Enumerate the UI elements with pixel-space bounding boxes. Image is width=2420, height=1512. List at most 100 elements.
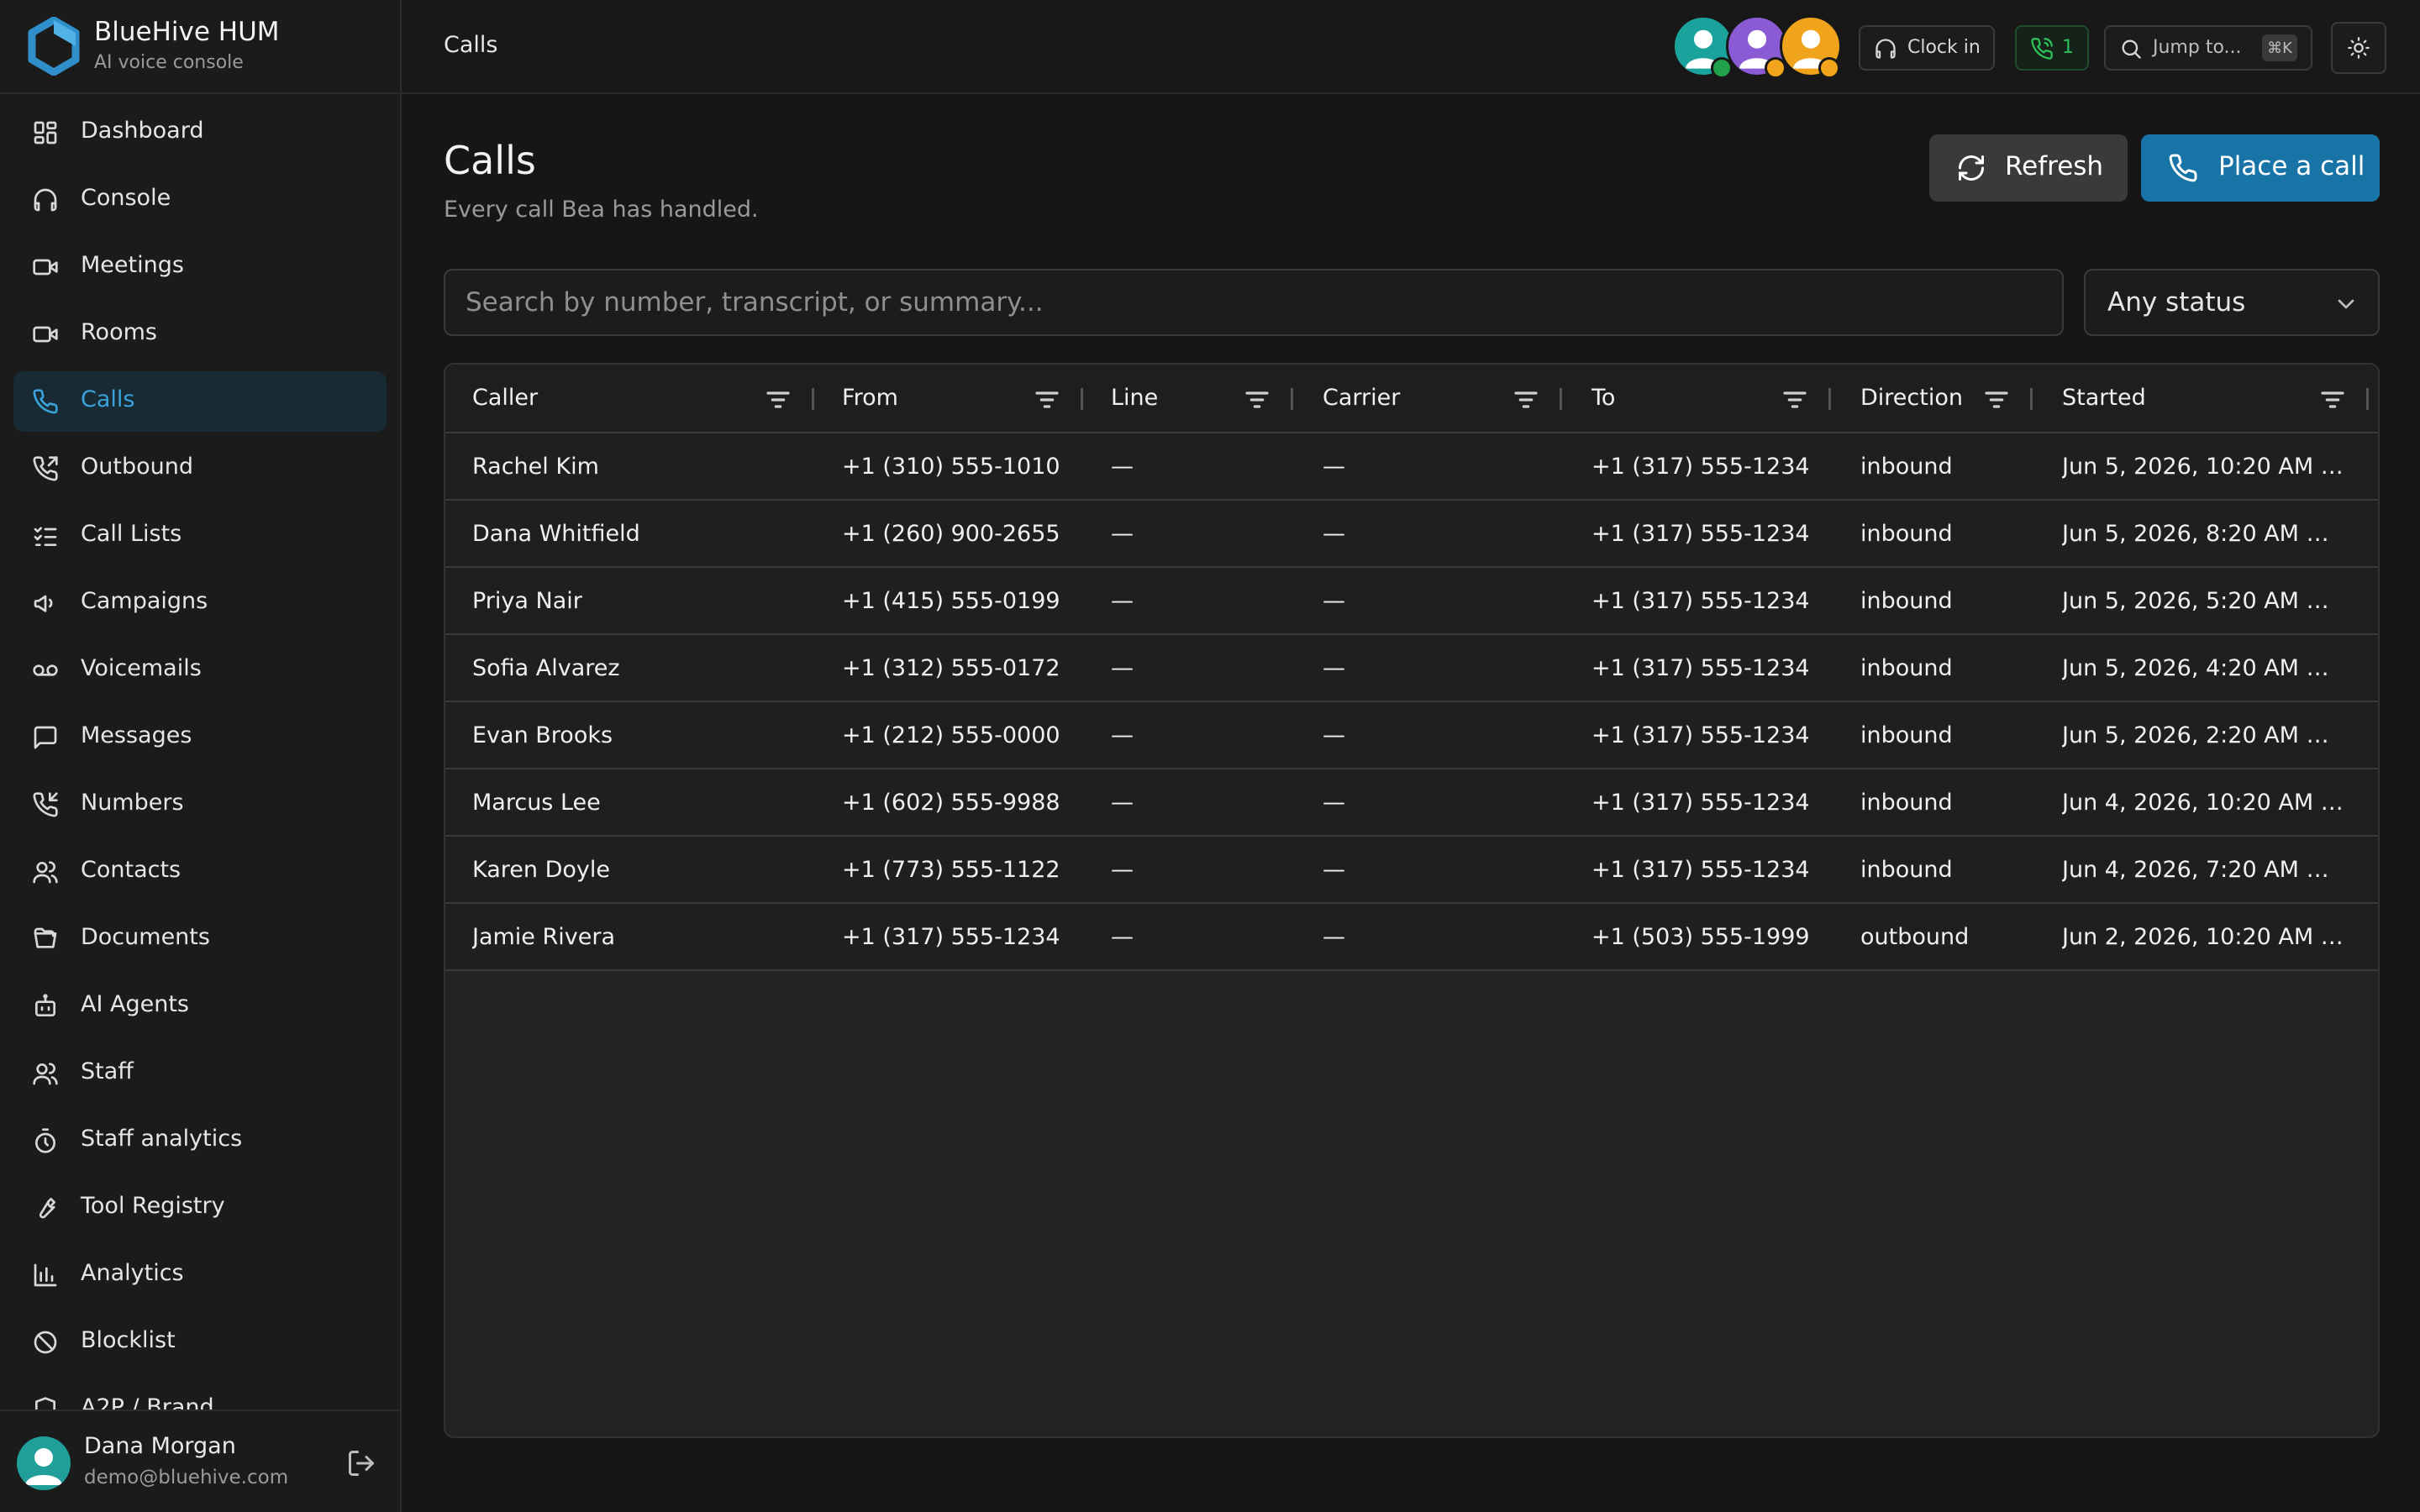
cell-caller: Marcus Lee — [472, 790, 601, 816]
filter-icon[interactable] — [765, 386, 792, 413]
sidebar-item-contacts[interactable]: Contacts — [13, 842, 387, 902]
list-checks-icon — [32, 522, 59, 549]
sidebar-item-label: AI Agents — [81, 991, 190, 1017]
column-resize-handle[interactable] — [2366, 388, 2369, 410]
sidebar-item-ai-agents[interactable]: AI Agents — [13, 976, 387, 1037]
column-header-from[interactable]: From — [842, 385, 898, 411]
column-header-to[interactable]: To — [1591, 385, 1615, 411]
column-resize-handle[interactable] — [1828, 388, 1831, 410]
sidebar-item-analytics[interactable]: Analytics — [13, 1245, 387, 1305]
table-row[interactable]: Priya Nair +1 (415) 555-0199 — — +1 (317) 55… — [445, 568, 2378, 635]
sidebar-item-a2p-brand[interactable]: A2P / Brand — [13, 1379, 387, 1410]
table-row[interactable]: Marcus Lee +1 (602) 555-9988 — — +1 (317) 55… — [445, 769, 2378, 837]
sidebar-item-call-lists[interactable]: Call Lists — [13, 506, 387, 566]
top-bar: Calls Clock in 1 Jump to... ⌘K — [402, 0, 2420, 94]
sidebar-item-label: Staff analytics — [81, 1126, 243, 1152]
cell-started: Jun 2, 2026, 10:20 AM MST — [2062, 924, 2348, 950]
sidebar-item-label: Meetings — [81, 252, 184, 278]
sidebar-item-calls[interactable]: Calls — [13, 371, 387, 432]
column-resize-handle[interactable] — [1560, 388, 1562, 410]
filter-icon[interactable] — [1781, 386, 1808, 413]
sidebar-item-messages[interactable]: Messages — [13, 707, 387, 768]
sidebar-nav: Dashboard Console Meetings Rooms Calls Outbou… — [0, 102, 400, 1410]
filter-icon[interactable] — [1512, 386, 1539, 413]
column-resize-handle[interactable] — [2030, 388, 2033, 410]
sidebar-item-rooms[interactable]: Rooms — [13, 304, 387, 365]
cell-started: Jun 5, 2026, 2:20 AM MST — [2062, 722, 2348, 748]
cell-to: +1 (317) 555-1234 — [1591, 655, 1810, 681]
place-call-button[interactable]: Place a call — [2141, 134, 2380, 202]
filter-icon[interactable] — [2319, 386, 2346, 413]
column-header-started[interactable]: Started — [2062, 385, 2146, 411]
cell-direction: inbound — [1860, 790, 1953, 816]
cell-caller: Sofia Alvarez — [472, 655, 620, 681]
table-row[interactable]: Jamie Rivera +1 (317) 555-1234 — — +1 (503) … — [445, 904, 2378, 971]
voicemail-icon — [32, 657, 59, 684]
table-row[interactable]: Evan Brooks +1 (212) 555-0000 — — +1 (317) 5… — [445, 702, 2378, 769]
sidebar-item-documents[interactable]: Documents — [13, 909, 387, 969]
sidebar-item-console[interactable]: Console — [13, 170, 387, 230]
cell-from: +1 (317) 555-1234 — [842, 924, 1060, 950]
sidebar: BlueHive HUM AI voice console Dashboard C… — [0, 0, 402, 1512]
cell-caller: Evan Brooks — [472, 722, 613, 748]
megaphone-icon — [32, 590, 59, 617]
column-header-direction[interactable]: Direction — [1860, 385, 1963, 411]
filter-icon[interactable] — [1983, 386, 2010, 413]
avatar[interactable] — [17, 1436, 71, 1490]
cell-from: +1 (212) 555-0000 — [842, 722, 1060, 748]
sidebar-item-label: Contacts — [81, 857, 182, 883]
table-row[interactable]: Rachel Kim +1 (310) 555-1010 — — +1 (317) 55… — [445, 433, 2378, 501]
phone-incoming-icon — [32, 791, 59, 818]
column-resize-handle[interactable] — [1291, 388, 1293, 410]
sidebar-item-tool-registry[interactable]: Tool Registry — [13, 1178, 387, 1238]
sidebar-item-staff[interactable]: Staff — [13, 1043, 387, 1104]
sidebar-item-voicemails[interactable]: Voicemails — [13, 640, 387, 701]
refresh-button[interactable]: Refresh — [1929, 134, 2128, 202]
cell-line: — — [1111, 521, 1134, 547]
sidebar-item-outbound[interactable]: Outbound — [13, 438, 387, 499]
sidebar-item-label: Documents — [81, 924, 210, 950]
filter-icon[interactable] — [1244, 386, 1270, 413]
clock-in-button[interactable]: Clock in — [1859, 25, 1995, 71]
search-icon — [2119, 37, 2143, 60]
cell-to: +1 (317) 555-1234 — [1591, 790, 1810, 816]
column-resize-handle[interactable] — [812, 388, 814, 410]
logout-icon[interactable] — [346, 1448, 376, 1478]
status-filter-select[interactable]: Any status — [2084, 269, 2380, 336]
cell-caller: Rachel Kim — [472, 454, 599, 480]
page-title: Calls — [444, 138, 536, 183]
theme-toggle-button[interactable] — [2331, 22, 2386, 74]
page-subtitle: Every call Bea has handled. — [444, 197, 759, 223]
sidebar-item-numbers[interactable]: Numbers — [13, 774, 387, 835]
cell-direction: inbound — [1860, 722, 1953, 748]
column-header-caller[interactable]: Caller — [472, 385, 538, 411]
column-header-line[interactable]: Line — [1111, 385, 1158, 411]
search-input[interactable] — [444, 269, 2064, 336]
filter-icon[interactable] — [1034, 386, 1060, 413]
phone-icon — [32, 388, 59, 415]
column-resize-handle[interactable] — [1081, 388, 1083, 410]
bluehive-logo-icon[interactable] — [27, 16, 81, 76]
cell-from: +1 (415) 555-0199 — [842, 588, 1060, 614]
sidebar-item-dashboard[interactable]: Dashboard — [13, 102, 387, 163]
cell-caller: Jamie Rivera — [472, 924, 616, 950]
active-calls-button[interactable]: 1 — [2015, 25, 2089, 71]
table-row[interactable]: Sofia Alvarez +1 (312) 555-0172 — — +1 (317)… — [445, 635, 2378, 702]
sidebar-item-campaigns[interactable]: Campaigns — [13, 573, 387, 633]
sidebar-item-blocklist[interactable]: Blocklist — [13, 1312, 387, 1373]
table-row[interactable]: Dana Whitfield +1 (260) 900-2655 — — +1 (317… — [445, 501, 2378, 568]
table-row[interactable]: Karen Doyle +1 (773) 555-1122 — — +1 (317) 5… — [445, 837, 2378, 904]
users-icon — [32, 1060, 59, 1087]
sidebar-item-meetings[interactable]: Meetings — [13, 237, 387, 297]
sidebar-item-label: Rooms — [81, 319, 157, 345]
sidebar-item-label: Outbound — [81, 454, 193, 480]
cell-from: +1 (260) 900-2655 — [842, 521, 1060, 547]
cell-to: +1 (317) 555-1234 — [1591, 722, 1810, 748]
sidebar-item-label: Dashboard — [81, 118, 204, 144]
column-header-carrier[interactable]: Carrier — [1323, 385, 1400, 411]
brand-subtitle: AI voice console — [94, 52, 244, 73]
cell-to: +1 (317) 555-1234 — [1591, 521, 1810, 547]
sidebar-item-staff-analytics[interactable]: Staff analytics — [13, 1110, 387, 1171]
jump-to-search[interactable]: Jump to... ⌘K — [2104, 25, 2312, 71]
wrench-icon — [32, 1194, 59, 1221]
